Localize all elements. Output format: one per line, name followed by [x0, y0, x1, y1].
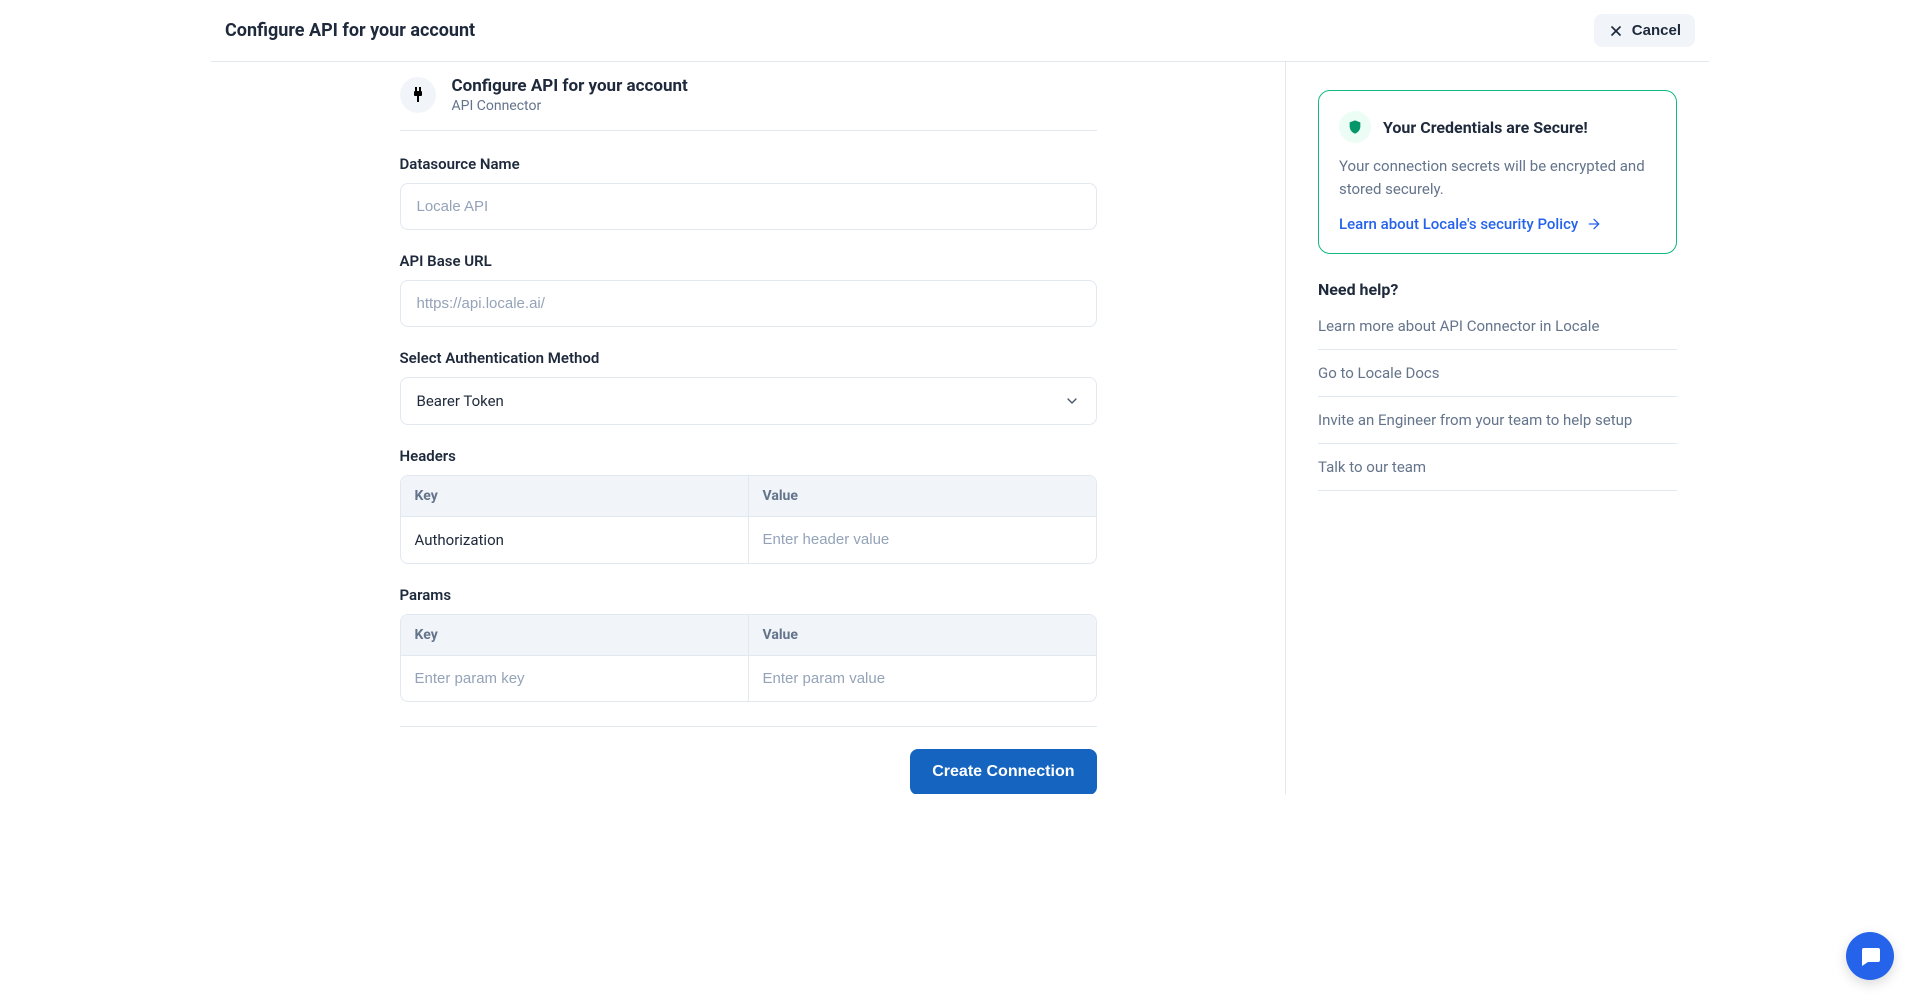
security-policy-link-text: Learn about Locale's security Policy — [1339, 215, 1578, 233]
headers-row: Authorization — [401, 516, 1096, 563]
sidebar: Your Credentials are Secure! Your connec… — [1285, 62, 1709, 794]
page-title: Configure API for your account — [225, 20, 475, 41]
datasource-name-input[interactable] — [400, 183, 1097, 230]
param-key-input[interactable] — [401, 656, 748, 701]
auth-method-label: Select Authentication Method — [400, 349, 1097, 367]
help-link-docs[interactable]: Go to Locale Docs — [1318, 350, 1677, 397]
chat-fab[interactable] — [1846, 932, 1894, 980]
help-title: Need help? — [1318, 280, 1677, 299]
form-column: Configure API for your account API Conne… — [211, 62, 1285, 794]
cancel-label: Cancel — [1632, 22, 1681, 39]
create-connection-button[interactable]: Create Connection — [910, 749, 1096, 794]
params-col-key: Key — [401, 615, 749, 655]
help-list: Learn more about API Connector in Locale… — [1318, 303, 1677, 491]
secure-desc: Your connection secrets will be encrypte… — [1339, 155, 1656, 200]
headers-table: Key Value Authorization — [400, 475, 1097, 564]
header-key: Authorization — [401, 517, 748, 563]
help-link-invite-engineer[interactable]: Invite an Engineer from your team to hel… — [1318, 397, 1677, 444]
params-col-value: Value — [749, 615, 1096, 655]
plug-icon — [410, 85, 426, 105]
modal-header: Configure API for your account Cancel — [211, 0, 1709, 62]
api-base-url-input[interactable] — [400, 280, 1097, 327]
datasource-name-label: Datasource Name — [400, 155, 1097, 173]
params-label: Params — [400, 586, 1097, 604]
section-subtitle: API Connector — [452, 98, 688, 114]
secure-card: Your Credentials are Secure! Your connec… — [1318, 90, 1677, 254]
modal: Configure API for your account Cancel — [211, 0, 1709, 794]
api-base-url-label: API Base URL — [400, 252, 1097, 270]
section-title: Configure API for your account — [452, 76, 688, 96]
connector-icon — [400, 77, 436, 113]
param-value-input[interactable] — [749, 656, 1096, 701]
help-link-api-connector[interactable]: Learn more about API Connector in Locale — [1318, 303, 1677, 350]
help-link-talk-to-team[interactable]: Talk to our team — [1318, 444, 1677, 491]
security-policy-link[interactable]: Learn about Locale's security Policy — [1339, 215, 1602, 233]
chevron-down-icon — [1064, 393, 1080, 409]
headers-col-key: Key — [401, 476, 749, 516]
params-table: Key Value — [400, 614, 1097, 702]
cancel-button[interactable]: Cancel — [1594, 14, 1695, 47]
headers-col-value: Value — [749, 476, 1096, 516]
arrow-right-icon — [1586, 216, 1602, 232]
headers-label: Headers — [400, 447, 1097, 465]
modal-body: Configure API for your account API Conne… — [211, 62, 1709, 794]
chat-icon — [1858, 944, 1882, 968]
section-header: Configure API for your account API Conne… — [400, 76, 1097, 131]
shield-icon — [1339, 111, 1371, 143]
auth-method-selected: Bearer Token — [417, 392, 504, 410]
header-value-input[interactable] — [749, 517, 1096, 562]
auth-method-select[interactable]: Bearer Token — [400, 377, 1097, 425]
secure-title: Your Credentials are Secure! — [1383, 118, 1588, 137]
close-icon — [1608, 23, 1624, 39]
params-row — [401, 655, 1096, 701]
